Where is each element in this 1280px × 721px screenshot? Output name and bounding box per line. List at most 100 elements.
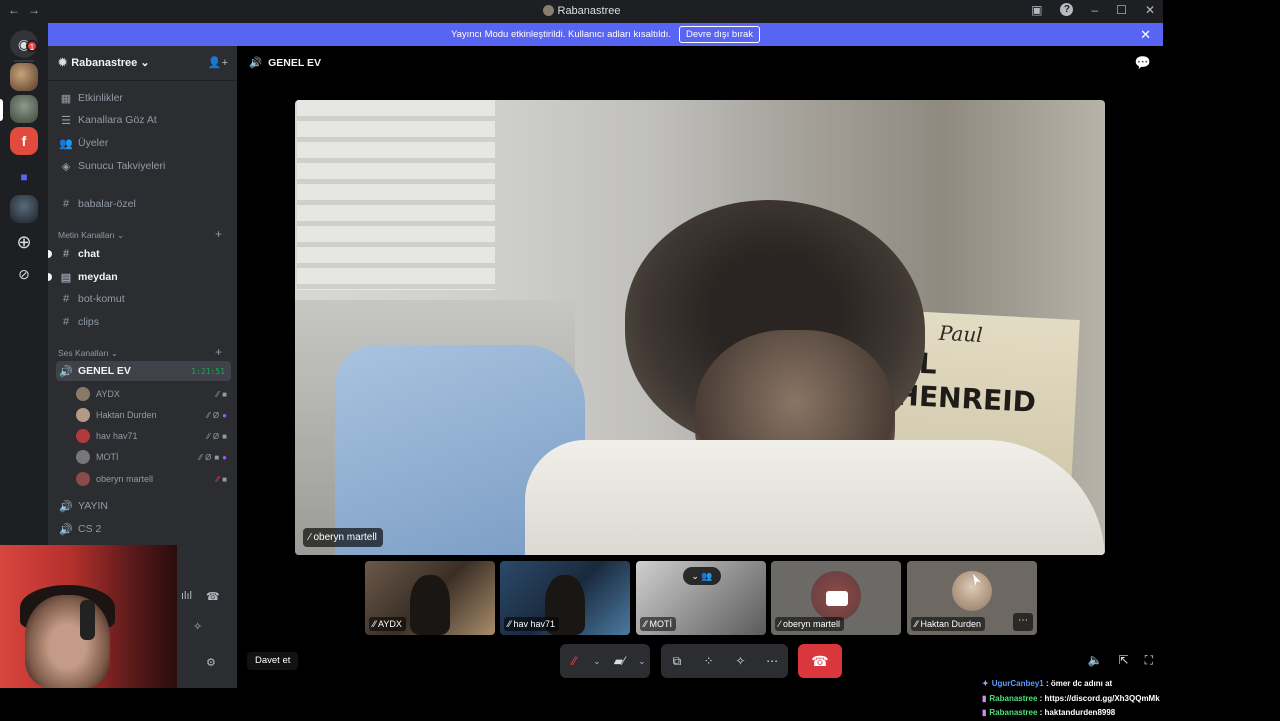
server-icon[interactable]: f — [10, 127, 38, 155]
sidebar-item-events[interactable]: ▦ Etkinlikler — [56, 88, 231, 108]
more-options-icon[interactable]: ⋯ — [756, 654, 788, 668]
sidebar-item-label: Üyeler — [78, 137, 109, 149]
server-icon[interactable] — [10, 95, 38, 123]
sidebar-item-members[interactable]: 👥 Üyeler — [56, 133, 231, 153]
volume-icon[interactable]: 🔈 — [1088, 653, 1103, 668]
voice-user[interactable]: Haktan Durden ⁄⁄ Ø ● — [76, 405, 231, 425]
hash-icon: # — [62, 293, 70, 305]
chat-username: Rabanastree — [989, 708, 1038, 717]
chat-bubble-icon[interactable]: 💬 — [1135, 55, 1151, 71]
channel-chat[interactable]: # chat — [48, 244, 231, 264]
close-button[interactable]: ✕ — [1145, 3, 1155, 17]
minimize-button[interactable]: – — [1091, 3, 1098, 17]
tile-user-name: MOTİ — [649, 619, 673, 629]
participant-tile[interactable]: ⁄⁄ AYDX — [365, 561, 495, 635]
voice-channel-cs2[interactable]: 🔊 CS 2 — [56, 519, 231, 539]
server-icon[interactable] — [10, 63, 38, 91]
camera-off-icon[interactable]: ▰⁄ — [605, 654, 634, 668]
banner-close-icon[interactable]: ✕ — [1140, 27, 1151, 43]
activity-controls: ⧉ ⁘ ✧ ⋯ — [661, 644, 788, 678]
sidebar-item-label: Kanallara Göz At — [78, 114, 157, 126]
webcam-face — [25, 595, 110, 688]
video-scene-person — [410, 575, 450, 635]
user-status-icons: ⁄⁄ ■ — [216, 475, 227, 484]
soundboard-icon[interactable]: ✧ — [725, 654, 757, 668]
maximize-button[interactable]: ☐ — [1116, 3, 1127, 17]
streamer-mode-banner: Yayıncı Modu etkinleştirildi. Kullanıcı … — [48, 23, 1163, 46]
voice-channel-yayin[interactable]: 🔊 YAYIN — [56, 496, 231, 516]
server-avatar-icon — [542, 5, 554, 16]
server-header[interactable]: ✹ Rabanastree ⌄ — [58, 56, 150, 69]
voice-user[interactable]: MOTİ ⁄⁄ Ø ■ ● — [76, 447, 231, 467]
avatar — [76, 387, 90, 401]
avatar — [76, 429, 90, 443]
camera-icon: ■ — [214, 452, 220, 462]
hash-icon: # — [62, 248, 70, 260]
disconnect-icon[interactable]: ☎ — [206, 590, 220, 603]
tile-user-name: hav hav71 — [513, 619, 556, 629]
sidebar-item-label: Etkinlikler — [78, 92, 123, 104]
voice-user[interactable]: hav hav71 ⁄⁄ Ø ■ — [76, 426, 231, 446]
participant-tile[interactable]: ⁄⁄ hav hav71 — [500, 561, 630, 635]
voice-user[interactable]: oberyn martell ⁄⁄ ■ — [76, 469, 231, 489]
speaker-icon: 🔊 — [59, 500, 73, 513]
participant-strip: ⁄⁄ AYDX ⁄⁄ hav hav71 ⌄ 👥 ⁄⁄ MOTİ ⁄ oberyn… — [365, 561, 1037, 635]
avatar — [76, 450, 90, 464]
tile-user-name: Haktan Durden — [920, 619, 982, 629]
participant-tile[interactable]: ⁄⁄ Haktan Durden ⋯ — [907, 561, 1037, 635]
sidebar-item-boosts[interactable]: ◈ Sunucu Takviyeleri — [56, 156, 231, 176]
sidebar-item-browse[interactable]: ☰ Kanallara Göz At — [56, 110, 231, 130]
disconnect-button[interactable]: ☎ — [798, 644, 842, 678]
participant-tile[interactable]: ⌄ 👥 ⁄⁄ MOTİ — [636, 561, 766, 635]
tile-name-tag: ⁄⁄ Haktan Durden — [911, 617, 986, 631]
window-title-text: Rabanastree — [557, 5, 621, 17]
tile-name-tag: ⁄⁄ AYDX — [369, 617, 406, 631]
add-text-channel-icon[interactable]: + — [215, 227, 222, 241]
voice-user[interactable]: AYDX ⁄⁄ ■ — [76, 384, 231, 404]
popout-icon[interactable]: ⇱ — [1119, 653, 1129, 668]
channel-meydan[interactable]: ▤ meydan — [48, 267, 231, 287]
add-server-icon[interactable]: ⊕ — [10, 228, 38, 256]
camera-options-chevron-icon[interactable]: ⌄ — [634, 656, 650, 667]
voice-category[interactable]: Ses Kanalları ⌄ — [58, 348, 118, 359]
chat-line: ▮ Rabanastree : haktandurden8998 — [982, 708, 1116, 717]
user-status-icons: ⁄⁄ Ø ● — [207, 411, 227, 420]
chat-text: ömer dc adını at — [1050, 679, 1113, 688]
add-voice-channel-icon[interactable]: + — [215, 345, 222, 359]
boost-icon: ◈ — [61, 160, 71, 173]
explore-icon[interactable]: ⊘ — [10, 260, 38, 288]
server-icon[interactable] — [10, 195, 38, 223]
invite-button[interactable]: Davet et — [247, 652, 299, 670]
user-settings-icon[interactable]: ⚙ — [206, 656, 216, 669]
avatar — [76, 408, 90, 422]
mic-muted-icon[interactable]: ⁄⁄ — [560, 654, 589, 668]
activities-icon[interactable]: ⁘ — [693, 654, 725, 668]
banner-message: Yayıncı Modu etkinleştirildi. Kullanıcı … — [450, 29, 671, 40]
inbox-icon[interactable]: ▣ — [1031, 3, 1042, 17]
hash-icon: # — [62, 316, 70, 328]
screen-share-icon[interactable]: ⧉ — [661, 654, 693, 669]
more-options-icon[interactable]: ⋯ — [1013, 613, 1033, 631]
streamer-webcam-overlay — [0, 545, 177, 688]
soundboard-icon[interactable]: ✧ — [193, 620, 202, 633]
focused-video[interactable]: Paul AL HENREID ⁄ oberyn martell — [295, 100, 1105, 555]
channel-name: CS 2 — [78, 523, 102, 535]
participant-tile[interactable]: ⁄ oberyn martell — [771, 561, 901, 635]
activity-icon: ● — [222, 452, 227, 462]
mic-options-chevron-icon[interactable]: ⌄ — [589, 656, 605, 667]
fullscreen-icon[interactable]: ⛶ — [1145, 653, 1153, 668]
rail-separator — [14, 60, 34, 62]
channel-name: meydan — [78, 271, 118, 283]
voice-channel-genel-ev[interactable]: 🔊 GENEL EV 1:21:51 — [56, 361, 231, 381]
folder-icon[interactable]: ■ — [10, 163, 38, 191]
invite-people-icon[interactable]: 👤+ — [208, 56, 228, 69]
text-category[interactable]: Metin Kanalları ⌄ — [58, 230, 124, 241]
activity-icon: ● — [222, 410, 227, 420]
channel-clips[interactable]: # clips — [56, 312, 231, 332]
help-icon[interactable]: ? — [1060, 3, 1074, 16]
disable-streamer-mode-button[interactable]: Devre dışı bırak — [678, 26, 761, 43]
voice-bars-icon[interactable]: ılıl — [181, 590, 192, 602]
channel-babalar-ozel[interactable]: # babalar-özel — [56, 194, 231, 214]
collapse-participants-button[interactable]: ⌄ 👥 — [683, 567, 721, 585]
channel-bot-komut[interactable]: # bot-komut — [56, 289, 231, 309]
